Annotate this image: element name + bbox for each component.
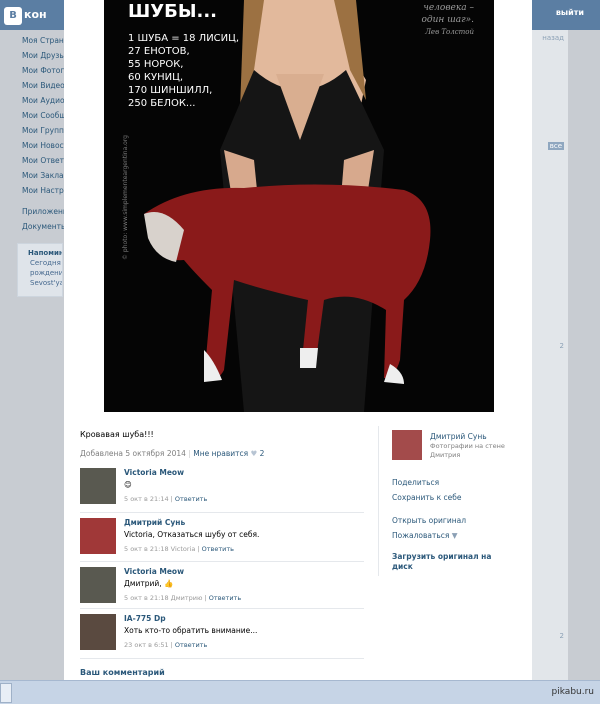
vk-logo[interactable]: Вкон [0,4,60,26]
comment-time: 23 окт в 6:51 | Ответить [124,641,208,649]
divider [80,608,364,609]
avatar[interactable] [80,518,116,554]
comment-time: 5 окт в 21:18 Дмитрию | Ответить [124,594,242,602]
menu-item[interactable]: Мои Аудиозаписи [22,96,64,111]
comment-author[interactable]: Victoria Meow [124,468,184,477]
start-button[interactable] [0,683,12,703]
quote-author: Лев Толстой [425,28,474,36]
comment-text: Victoria, Отказаться шубу от себя. [124,530,260,539]
photo-quote: человека – один шаг». Лев Толстой [421,2,474,38]
comment-time: 5 окт в 21:18 Victoria | Ответить [124,545,235,553]
photo-line: 170 ШИНШИЛЛ, [128,85,213,96]
download-original-link[interactable]: Загрузить оригинал на диск [392,552,502,572]
owner-album[interactable]: Фотографии на стене Дмитрия [430,442,520,460]
avatar[interactable] [80,468,116,504]
divider [80,512,364,513]
report-link[interactable]: Пожаловаться ▼ [392,531,458,540]
taskbar: pikabu.ru [0,680,600,704]
comment-text: 😊 [124,480,132,489]
reminder-line: Сегодня [30,259,61,267]
right-like-count: 2 [559,342,564,350]
reply-link[interactable]: Ответить [175,495,207,503]
reply-link[interactable]: Ответить [209,594,241,602]
back-link[interactable]: назад [542,34,564,42]
photo-line: 250 БЕЛОК... [128,98,196,109]
menu-item[interactable]: Мои Друзья [22,51,64,66]
photo-line: 55 НОРОК, [128,59,184,70]
open-original-link[interactable]: Открыть оригинал [392,516,466,525]
photo-credit: © photo: www.simplementeargentina.org [122,135,129,260]
comment-text: Дмитрий, 👍 [124,579,174,588]
comment: Victoria Meow Дмитрий, 👍 5 окт в 21:18 Д… [80,563,364,609]
all-link[interactable]: все [547,142,564,150]
menu-item-apps[interactable]: Приложения [22,207,64,222]
photo[interactable]: ШУБЫ... 1 ШУБА = 18 ЛИСИЦ, 27 ЕНОТОВ, 55… [104,0,494,412]
reply-link[interactable]: Ответить [202,545,234,553]
photo-headline: ШУБЫ... [128,1,217,22]
photo-line: 60 КУНИЦ, [128,72,184,83]
sidebar-divider [378,426,379,576]
like-count[interactable]: 2 [260,449,265,458]
reminder-box: Напомина Сегодня рождения Sevost'ya [17,243,63,297]
comment: Victoria Meow 😊 5 окт в 21:14 | Ответить [80,464,364,510]
menu-item[interactable]: Моя Страница [22,36,64,51]
photo-viewer: ШУБЫ... 1 ШУБА = 18 ЛИСИЦ, 27 ЕНОТОВ, 55… [64,0,532,680]
menu-item[interactable]: Мои Сообщения [22,111,64,126]
comment-author[interactable]: Victoria Meow [124,567,184,576]
comment-author[interactable]: Дмитрий Сунь [124,518,185,527]
reply-link[interactable]: Ответить [175,641,207,649]
chevron-down-icon: ▼ [451,531,458,540]
comment-author[interactable]: IA-775 Dp [124,614,166,623]
right-column: назад все 2 2 [532,30,568,680]
reminder-title: Напомина [28,249,62,257]
divider [80,561,364,562]
like-button[interactable]: Мне нравится [193,449,248,458]
menu-item[interactable]: Мои Ответы [22,156,64,171]
menu-item-docs[interactable]: Документы [22,222,64,237]
quote-line: один шаг». [421,15,474,25]
avatar[interactable] [80,614,116,650]
exit-link[interactable]: выйти [556,8,584,17]
right-like-count: 2 [559,632,564,640]
report-label: Пожаловаться [392,531,450,540]
heart-icon[interactable]: ♥ [251,449,258,458]
menu-item[interactable]: Мои Видеозаписи [22,81,64,96]
added-date: Добавлена 5 октября 2014 [80,449,186,458]
comment-time: 5 окт в 21:14 | Ответить [124,495,208,503]
owner-name[interactable]: Дмитрий Сунь [430,432,487,441]
comment-text: Хоть кто-то обратить внимание... [124,626,258,635]
divider [80,658,364,659]
reminder-line[interactable]: Sevost'ya [30,278,62,288]
photo-caption: Кровавая шуба!!! [80,430,154,439]
save-link[interactable]: Сохранить к себе [392,493,461,502]
photo-text: ШУБЫ... 1 ШУБА = 18 ЛИСИЦ, 27 ЕНОТОВ, 55… [128,2,240,110]
comment-label[interactable]: Ваш комментарий [80,668,165,677]
comment-date: 23 окт в 6:51 [124,641,169,649]
menu-item[interactable]: Мои Новости [22,141,64,156]
left-menu: Моя Страница Мои Друзья Мои Фотографии М… [22,36,64,237]
watermark: pikabu.ru [551,687,594,697]
menu-item[interactable]: Мои Фотографии [22,66,64,81]
reminder-line: рождения [30,269,62,277]
menu-item[interactable]: Мои Группы [22,126,64,141]
comment: IA-775 Dp Хоть кто-то обратить внимание.… [80,610,364,656]
logo-text: кон [24,8,47,21]
comment: Дмитрий Сунь Victoria, Отказаться шубу о… [80,514,364,560]
photo-meta: Добавлена 5 октября 2014 | Мне нравится … [80,449,265,458]
quote-line: человека – [423,3,474,13]
share-link[interactable]: Поделиться [392,478,439,487]
comment-date: 5 окт в 21:18 Victoria [124,545,196,553]
menu-item[interactable]: Мои Настройки [22,186,64,201]
photo-line: 1 ШУБА = 18 ЛИСИЦ, [128,33,240,44]
menu-item[interactable]: Мои Закладки [22,171,64,186]
comment-date: 5 окт в 21:14 [124,495,169,503]
photo-line: 27 ЕНОТОВ, [128,46,190,57]
avatar[interactable] [80,567,116,603]
owner-avatar[interactable] [392,430,422,460]
vk-logo-icon: В [4,7,22,25]
comment-date: 5 окт в 21:18 Дмитрию [124,594,203,602]
